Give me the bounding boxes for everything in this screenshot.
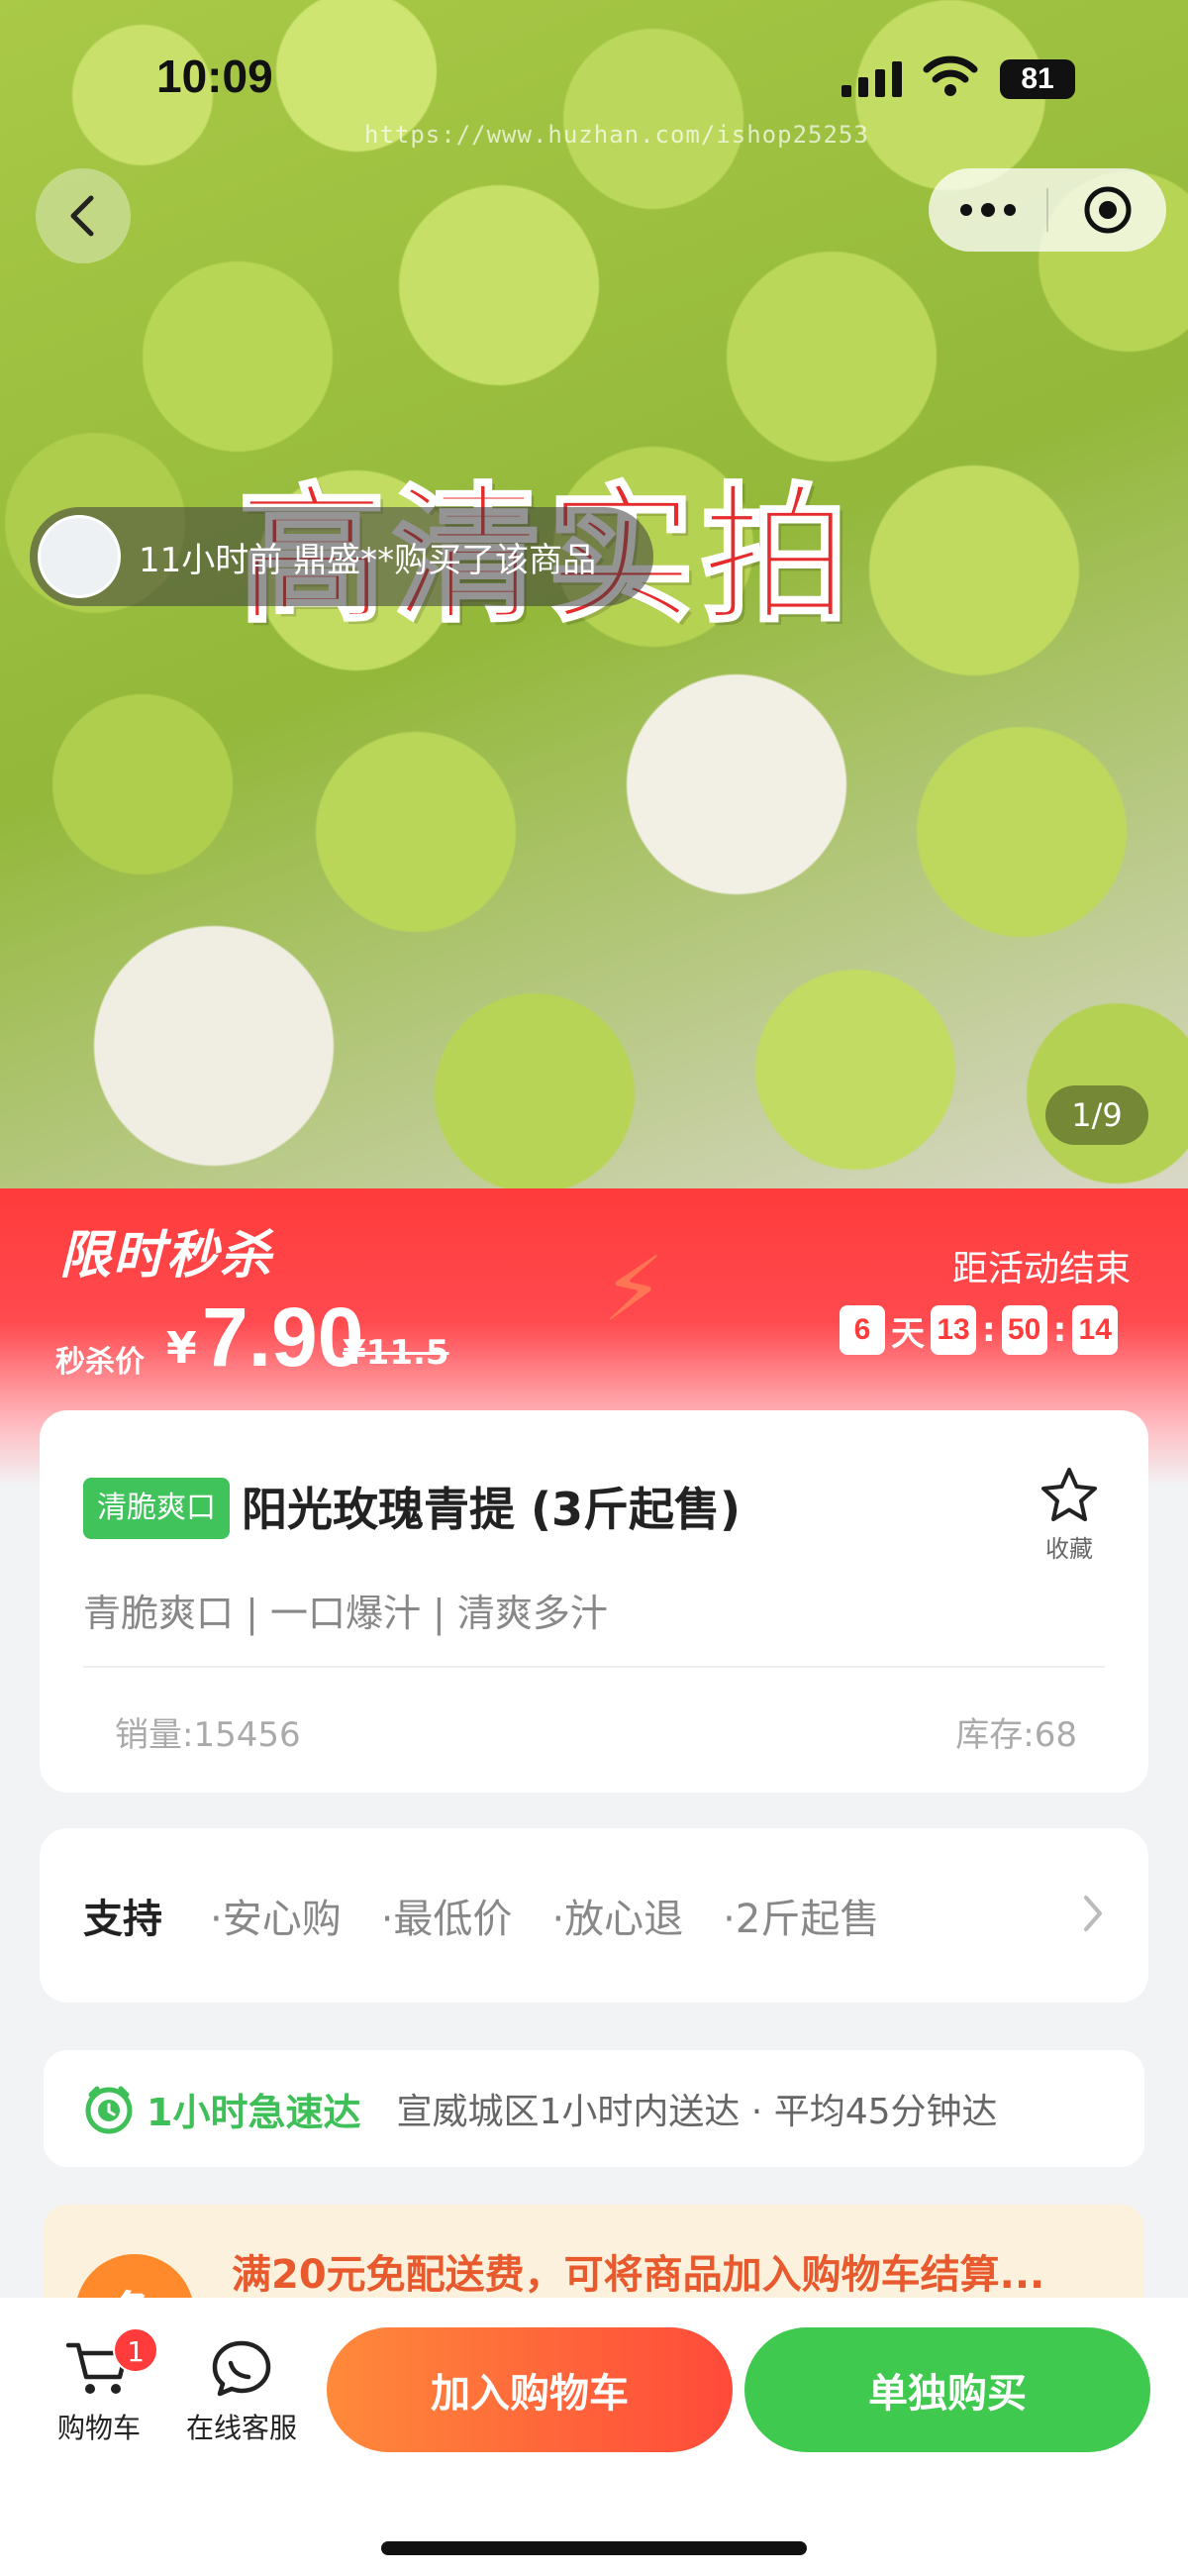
delivery-info-card: 1小时急速达 宣威城区1小时内送达 · 平均45分钟达	[44, 2050, 1144, 2167]
buy-now-button[interactable]: 单独购买	[744, 2327, 1150, 2452]
support-item: ·最低价	[380, 1897, 513, 1942]
add-to-cart-button[interactable]: 加入购物车	[327, 2327, 733, 2452]
chat-bubble-icon	[212, 2340, 271, 2397]
clock-icon	[85, 2086, 133, 2134]
product-image-carousel[interactable]: 10:09 81 https://www.huzhan.com/ishop252…	[0, 0, 1188, 1188]
countdown-separator: :	[982, 1310, 996, 1350]
cart-button[interactable]: 1 购物车	[50, 2327, 158, 2446]
watermark: https://www.huzhan.com/ishop25253	[364, 121, 869, 149]
service-guarantee-card[interactable]: 支持 ·安心购 ·最低价 ·放心退 ·2斤起售	[40, 1828, 1148, 2003]
target-circle-icon	[1084, 186, 1131, 234]
countdown-separator: :	[1052, 1310, 1067, 1350]
customer-service-button[interactable]: 在线客服	[182, 2337, 301, 2446]
status-time: 10:09	[156, 51, 273, 102]
favorite-label: 收藏	[1045, 1535, 1093, 1563]
bottom-action-bar: 1 购物车 在线客服 加入购物车 单独购买	[0, 2298, 1188, 2576]
battery-indicator: 81	[1000, 59, 1075, 99]
stock-count: 库存:68	[955, 1715, 1077, 1755]
star-icon	[1041, 1468, 1097, 1521]
price-label: 秒杀价	[55, 1345, 145, 1380]
favorite-button[interactable]: 收藏	[1030, 1466, 1109, 1564]
countdown-minutes: 50	[1001, 1305, 1047, 1355]
home-indicator	[381, 2541, 807, 2555]
product-info-card: 清脆爽口 阳光玫瑰青提 (3斤起售) 收藏 青脆爽口 | 一口爆汁 | 清爽多汁…	[40, 1410, 1148, 1793]
cart-label: 购物车	[56, 2412, 141, 2444]
chevron-right-icon	[1084, 1896, 1102, 1931]
free-shipping-text: 满20元免配送费，可将商品加入购物车结算...	[232, 2252, 1045, 2298]
countdown-hours: 13	[931, 1305, 976, 1355]
chevron-left-icon	[70, 195, 94, 237]
countdown-day-unit: 天	[891, 1313, 925, 1354]
support-item: ·放心退	[551, 1897, 684, 1942]
product-features: 青脆爽口 | 一口爆汁 | 清爽多汁	[83, 1592, 608, 1635]
support-item: ·安心购	[210, 1897, 342, 1942]
countdown-seconds: 14	[1072, 1305, 1119, 1355]
sale-price: 7.90	[202, 1290, 364, 1384]
wifi-icon	[923, 55, 978, 96]
back-button[interactable]	[36, 168, 131, 263]
countdown-label: 距活动结束	[952, 1249, 1132, 1289]
original-price: ¥11.5	[343, 1333, 449, 1373]
support-item: ·2斤起售	[723, 1897, 880, 1942]
countdown-days: 6	[840, 1305, 885, 1355]
lightning-icon: ⚡	[602, 1238, 665, 1342]
customer-service-label: 在线客服	[185, 2412, 297, 2444]
more-button[interactable]	[929, 168, 1046, 252]
image-page-counter: 1/9	[1045, 1085, 1148, 1145]
cart-count-badge: 1	[113, 2327, 158, 2373]
recent-purchase-ticker: 11小时前 鼎盛**购买了该商品	[30, 507, 653, 606]
delivery-title: 1小时急速达	[147, 2090, 361, 2134]
signal-icon	[842, 61, 902, 97]
price-currency: ¥	[166, 1323, 197, 1374]
sales-count: 销量:15456	[115, 1715, 301, 1755]
support-title: 支持	[83, 1897, 162, 1942]
recent-purchase-text: 11小时前 鼎盛**购买了该商品	[139, 540, 597, 580]
miniprogram-capsule	[929, 168, 1166, 252]
close-miniprogram-button[interactable]	[1048, 168, 1166, 252]
divider	[83, 1666, 1105, 1668]
more-dots-icon	[959, 203, 1016, 217]
delivery-description: 宣威城区1小时内送达 · 平均45分钟达	[396, 2092, 998, 2132]
product-tag: 清脆爽口	[83, 1478, 230, 1539]
buyer-avatar	[38, 515, 121, 598]
product-title: 阳光玫瑰青提 (3斤起售)	[242, 1483, 742, 1536]
flash-sale-logo: 限时秒杀	[59, 1226, 274, 1286]
countdown-timer: 6 天 13 : 50 : 14	[840, 1305, 1119, 1355]
support-items: ·安心购 ·最低价 ·放心退 ·2斤起售	[210, 1887, 919, 1944]
